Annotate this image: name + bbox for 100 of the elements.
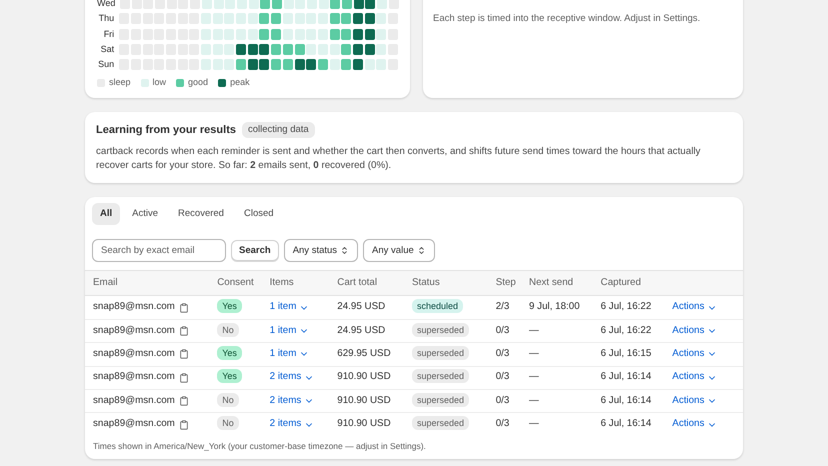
items-link[interactable]: 2 items [270, 394, 314, 409]
sleep-cell [189, 44, 200, 55]
filter-tab[interactable]: Closed [236, 203, 282, 226]
step-text: 0/3 [496, 371, 510, 382]
consent-badge: No [217, 392, 239, 407]
day-label: Thu [98, 13, 116, 24]
next-send-text: — [529, 394, 539, 406]
day-label: Sun [97, 59, 116, 70]
column-header: Status [412, 277, 440, 288]
status-badge: superseded [412, 322, 469, 337]
filter-select[interactable]: Any value [363, 239, 435, 262]
captured-text: 6 Jul, 16:14 [600, 371, 652, 382]
peak-cell [259, 44, 270, 55]
low-cell [294, 13, 304, 24]
consent-badge: Yes [217, 299, 242, 314]
sleep-cell [189, 13, 200, 24]
items-link[interactable]: 1 item [270, 347, 310, 362]
copy-icon[interactable] [178, 326, 189, 336]
legend-label: low [152, 76, 166, 90]
low-cell [248, 28, 258, 40]
search-button[interactable]: Search [231, 240, 279, 262]
step-text: 0/3 [496, 348, 510, 360]
good-cell [282, 44, 293, 55]
low-cell [201, 59, 211, 70]
next-send-text: — [529, 348, 539, 360]
low-cell [284, 0, 294, 9]
good-cell [271, 28, 282, 40]
peak-cell [354, 0, 364, 9]
timezone-note: Times shown in America/New_York (your customer-base timezone — adjust in Settings). [92, 440, 427, 454]
low-cell [330, 59, 340, 70]
low-cell [294, 28, 304, 40]
peak-cell [294, 59, 304, 70]
items-link[interactable]: 1 item [270, 324, 310, 338]
low-cell [236, 13, 246, 24]
copy-icon[interactable] [178, 420, 189, 430]
good-cell [259, 28, 270, 40]
captured-text: 6 Jul, 16:14 [600, 394, 652, 406]
good-cell [271, 44, 282, 55]
consent-badge: Yes [217, 369, 242, 384]
actions-button[interactable]: Actions [672, 324, 718, 338]
good-cell [271, 59, 282, 70]
good-cell [318, 59, 328, 70]
items-link[interactable]: 2 items [270, 370, 314, 386]
legend-swatch [140, 78, 149, 87]
status-badge: superseded [412, 369, 469, 384]
sort-icon [340, 246, 350, 256]
actions-button[interactable]: Actions [672, 300, 718, 315]
peak-cell [352, 13, 363, 24]
cart-total: 910.90 USD [337, 371, 391, 382]
low-cell [201, 28, 211, 40]
low-cell [224, 59, 234, 70]
copy-icon[interactable] [178, 302, 189, 313]
email-text: snap89@msn.com [93, 370, 175, 384]
items-link[interactable]: 2 items [270, 417, 314, 432]
status-badge: collecting data [242, 122, 315, 138]
peak-cell [352, 44, 363, 55]
low-cell [224, 44, 234, 55]
filter-select[interactable]: Any status [284, 239, 358, 262]
sleep-cell [388, 0, 399, 9]
legend-label: sleep [109, 76, 131, 90]
good-cell [271, 13, 282, 24]
copy-icon[interactable] [178, 349, 189, 360]
items-link[interactable]: 1 item [270, 300, 310, 315]
low-cell [318, 0, 329, 9]
filter-tab[interactable]: All [92, 203, 120, 226]
legend-swatch [176, 78, 184, 87]
filter-tab[interactable]: Recovered [170, 203, 232, 226]
good-cell [294, 44, 304, 55]
sleep-cell [190, 0, 200, 9]
low-cell [202, 0, 212, 9]
peak-cell [248, 44, 258, 55]
low-cell [201, 44, 211, 55]
email-search-field[interactable]: Search by exact email [92, 239, 226, 262]
low-cell [318, 44, 328, 55]
step-text: 2/3 [496, 301, 510, 312]
actions-button[interactable]: Actions [672, 394, 718, 409]
cart-total: 24.95 USD [337, 324, 386, 336]
low-cell [212, 13, 223, 24]
actions-button[interactable]: Actions [672, 347, 718, 362]
status-badge: superseded [412, 392, 469, 407]
peak-cell [352, 59, 363, 70]
good-cell [330, 13, 340, 24]
low-cell [224, 28, 234, 40]
captured-text: 6 Jul, 16:14 [600, 418, 652, 430]
low-cell [330, 44, 340, 55]
cart-total: 24.95 USD [337, 301, 386, 312]
filter-tab[interactable]: Active [124, 203, 166, 226]
next-send-text: — [529, 418, 539, 430]
low-cell [306, 44, 316, 55]
actions-button[interactable]: Actions [672, 417, 718, 432]
good-cell [330, 0, 340, 9]
peak-cell [364, 28, 375, 40]
actions-button[interactable]: Actions [672, 370, 718, 386]
copy-icon[interactable] [178, 372, 189, 383]
step-text: 0/3 [496, 418, 510, 430]
column-header: Items [270, 277, 294, 288]
good-cell [342, 0, 352, 9]
copy-icon[interactable] [178, 396, 189, 406]
peak-cell [364, 44, 375, 55]
consent-badge: No [217, 322, 239, 337]
